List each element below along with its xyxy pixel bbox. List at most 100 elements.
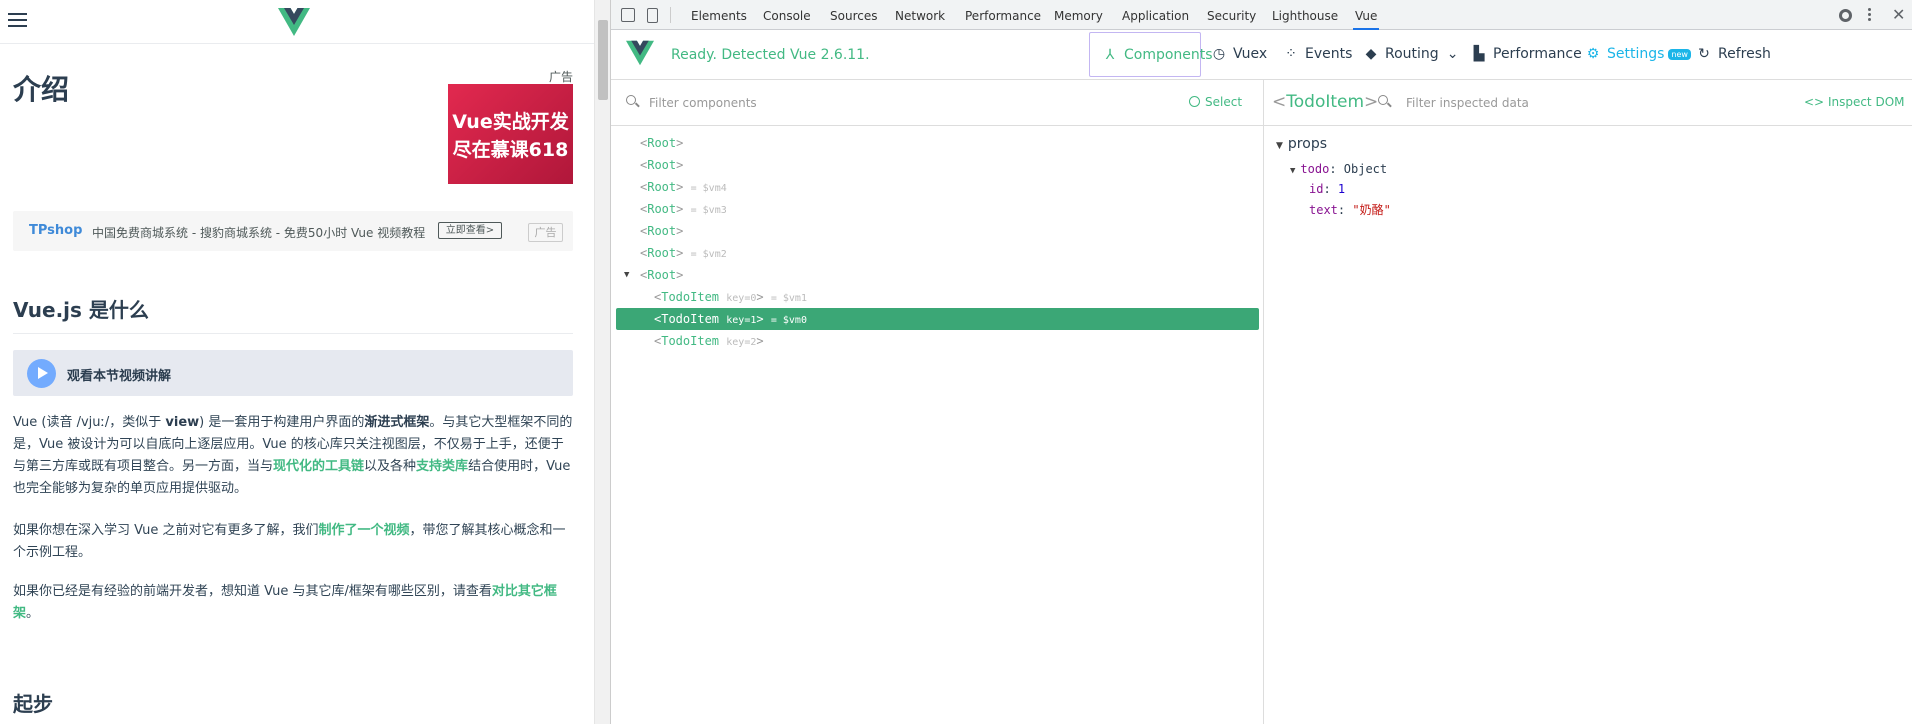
prop-field-row[interactable]: text: "奶酪" bbox=[1309, 201, 1391, 218]
tree-node-selected[interactable]: <TodoItem key=1> = $vm0 bbox=[616, 308, 1259, 330]
video-lesson-bar[interactable]: 观看本节视频讲解 bbox=[13, 350, 573, 396]
inspected-component-name: <TodoItem> bbox=[1272, 92, 1379, 112]
ad-line: 尽在慕课618 bbox=[452, 139, 569, 161]
sponsor-view-button[interactable]: 立即查看> bbox=[438, 222, 502, 239]
vm-ref: = $vm0 bbox=[770, 315, 807, 326]
history-icon: ◷ bbox=[1212, 46, 1226, 62]
tab-console[interactable]: Console bbox=[763, 0, 811, 30]
text-segment: Vue (读音 /vjuː/，类似于 bbox=[13, 415, 166, 430]
refresh-button[interactable]: ↻ Refresh bbox=[1696, 32, 1771, 77]
tab-sources[interactable]: Sources bbox=[830, 0, 877, 30]
ad-banner[interactable]: Vue实战开发 尽在慕课618 bbox=[448, 84, 573, 184]
tab-application[interactable]: Application bbox=[1122, 0, 1189, 30]
filter-components-input[interactable] bbox=[649, 94, 1149, 112]
search-icon bbox=[626, 95, 636, 105]
devtools-settings-icon[interactable] bbox=[1839, 9, 1852, 22]
text-segment: 以及各种 bbox=[364, 459, 417, 474]
inspect-dom-label: Inspect DOM bbox=[1827, 95, 1905, 109]
component-name: Root bbox=[647, 202, 677, 216]
device-toolbar-icon[interactable] bbox=[647, 8, 658, 23]
more-options-icon[interactable] bbox=[1868, 8, 1871, 22]
menu-icon[interactable] bbox=[8, 13, 27, 30]
tree-node[interactable]: <Root> bbox=[616, 154, 1259, 176]
events-icon: ⁘ bbox=[1285, 46, 1297, 62]
docs-header bbox=[0, 0, 594, 44]
tab-vue[interactable]: Vue bbox=[1353, 0, 1380, 30]
key-attr: key=1 bbox=[726, 315, 757, 326]
video-paragraph: 如果你想在深入学习 Vue 之前对它有更多了解，我们制作了一个视频，带您了解其核… bbox=[13, 520, 573, 564]
comparison-paragraph: 如果你已经是有经验的前端开发者，想知道 Vue 与其它库/框架有哪些区别，请查看… bbox=[13, 581, 573, 625]
tree-node[interactable]: <TodoItem key=0> = $vm1 bbox=[616, 286, 1259, 308]
inspect-dom-button[interactable]: <> Inspect DOM bbox=[1804, 95, 1905, 109]
libraries-link[interactable]: 支持类库 bbox=[416, 459, 468, 474]
tab-network[interactable]: Network bbox=[895, 0, 945, 30]
collapse-arrow-icon[interactable]: ▼ bbox=[1276, 141, 1283, 151]
tree-node[interactable]: <Root> = $vm3 bbox=[616, 198, 1259, 220]
component-name: Root bbox=[647, 158, 677, 172]
chevron-down-icon: ⌄ bbox=[1446, 46, 1459, 62]
sponsor-text[interactable]: 中国免费商城系统 - 搜豹商城系统 - 免费50小时 Vue 视频教程 bbox=[92, 224, 425, 241]
tree-node[interactable]: <Root> bbox=[616, 220, 1259, 242]
tab-elements[interactable]: Elements bbox=[691, 0, 747, 30]
vue-logo-icon[interactable] bbox=[278, 8, 310, 36]
video-link[interactable]: 制作了一个视频 bbox=[319, 523, 410, 538]
vm-ref: = $vm4 bbox=[690, 183, 727, 194]
prop-row[interactable]: ▼ todo: Object bbox=[1290, 162, 1387, 176]
sponsor-name[interactable]: TPshop bbox=[29, 223, 82, 238]
expand-arrow-icon[interactable]: ▼ bbox=[624, 264, 629, 286]
text-segment: 如果你已经是有经验的前端开发者，想知道 Vue 与其它库/框架有哪些区别，请查看 bbox=[13, 584, 492, 599]
search-icon bbox=[1378, 95, 1388, 105]
play-icon[interactable] bbox=[27, 359, 56, 388]
events-label: Events bbox=[1305, 46, 1353, 62]
devtools-panel: Elements Console Sources Network Perform… bbox=[610, 0, 1912, 724]
refresh-icon: ↻ bbox=[1698, 46, 1710, 62]
devtools-tabbar: Elements Console Sources Network Perform… bbox=[611, 0, 1912, 30]
vm-ref: = $vm2 bbox=[690, 249, 727, 260]
select-component-button[interactable]: Select bbox=[1189, 95, 1242, 109]
tree-node[interactable]: <Root> = $vm4 bbox=[616, 176, 1259, 198]
component-name: TodoItem bbox=[661, 334, 720, 348]
tab-memory[interactable]: Memory bbox=[1054, 0, 1103, 30]
field-key: text bbox=[1309, 203, 1338, 217]
vue-status: Ready. Detected Vue 2.6.11. bbox=[671, 47, 870, 63]
inspect-element-icon[interactable] bbox=[621, 8, 635, 22]
text-segment: ) 是一套用于构建用户界面的 bbox=[199, 415, 365, 430]
tree-node[interactable]: <TodoItem key=2> bbox=[616, 330, 1259, 352]
component-name: TodoItem bbox=[661, 290, 720, 304]
toolchain-link[interactable]: 现代化的工具链 bbox=[273, 459, 364, 474]
filter-inspected-input[interactable] bbox=[1406, 94, 1786, 112]
props-section[interactable]: ▼ props bbox=[1276, 136, 1327, 152]
prop-type: Object bbox=[1343, 162, 1388, 176]
vm-ref: = $vm1 bbox=[770, 293, 807, 304]
tab-performance[interactable]: Performance bbox=[965, 0, 1041, 30]
vuex-button[interactable]: ◷ Vuex bbox=[1211, 32, 1267, 77]
component-name: Root bbox=[647, 268, 677, 282]
events-button[interactable]: ⁘ Events bbox=[1283, 32, 1352, 77]
field-value: 1 bbox=[1337, 182, 1346, 196]
tab-lighthouse[interactable]: Lighthouse bbox=[1272, 0, 1338, 30]
inspector-header: <TodoItem> <> Inspect DOM bbox=[1264, 80, 1912, 126]
routing-label: Routing bbox=[1385, 46, 1439, 62]
components-label: Components bbox=[1124, 47, 1213, 63]
collapse-arrow-icon[interactable]: ▼ bbox=[1290, 166, 1295, 176]
tree-node[interactable]: <Root> = $vm2 bbox=[616, 242, 1259, 264]
close-icon[interactable]: ✕ bbox=[1892, 5, 1905, 24]
settings-button[interactable]: ⚙ Settings new bbox=[1585, 32, 1691, 77]
performance-button[interactable]: ▙ Performance bbox=[1471, 32, 1582, 77]
section-heading-start: 起步 bbox=[13, 692, 53, 716]
page-scrollbar[interactable] bbox=[594, 0, 610, 724]
intro-paragraph: Vue (读音 /vjuː/，类似于 view) 是一套用于构建用户界面的渐进式… bbox=[13, 412, 573, 500]
scrollbar-thumb[interactable] bbox=[598, 20, 608, 100]
tree-node[interactable]: <Root> bbox=[616, 132, 1259, 154]
components-button[interactable]: ⅄ Components bbox=[1089, 32, 1213, 77]
tree-node[interactable]: ▼ <Root> bbox=[616, 264, 1259, 286]
text-segment: 如果你想在深入学习 Vue 之前对它有更多了解，我们 bbox=[13, 523, 319, 538]
routing-button[interactable]: ◆ Routing ⌄ bbox=[1363, 32, 1459, 77]
new-badge: new bbox=[1668, 48, 1691, 60]
tab-security[interactable]: Security bbox=[1207, 0, 1256, 30]
inspected-component-label: TodoItem bbox=[1286, 92, 1365, 112]
key-attr: key=2 bbox=[726, 337, 757, 348]
inspector-pane: <TodoItem> <> Inspect DOM ▼props ▼todo: … bbox=[1264, 80, 1912, 724]
text-segment: 。 bbox=[26, 606, 40, 621]
prop-field-row[interactable]: id: 1 bbox=[1309, 182, 1345, 196]
